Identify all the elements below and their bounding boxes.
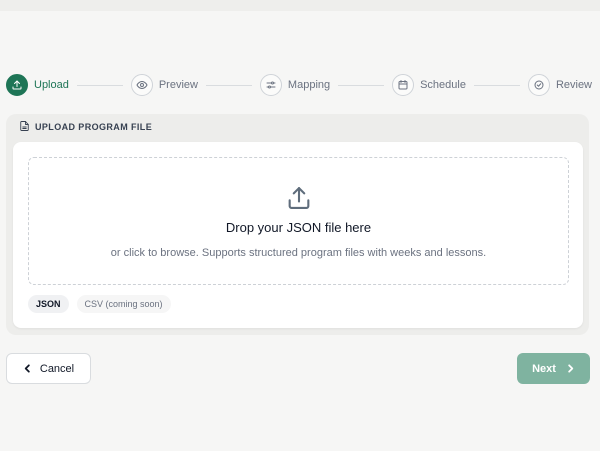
step-schedule[interactable]: Schedule [392,74,466,96]
cancel-button[interactable]: Cancel [6,353,91,384]
cancel-label: Cancel [39,362,75,375]
step-connector [338,84,385,86]
format-tag-csv: CSV (coming soon) [76,295,171,313]
top-bar [0,0,600,11]
step-label: Schedule [420,79,466,91]
format-tags: JSON CSV (coming soon) [28,295,171,313]
step-mapping[interactable]: Mapping [259,74,331,96]
upload-card: UPLOAD PROGRAM FILE Drop your JSON file … [6,114,589,335]
upload-icon [6,74,28,96]
next-label: Next [532,362,556,375]
chevron-right-icon [568,364,574,373]
chevron-left-icon [24,364,30,373]
check-circle-icon [527,74,550,96]
card-title: UPLOAD PROGRAM FILE [35,122,153,132]
dropzone-subtitle: or click to browse. Supports structured … [110,247,487,259]
dropzone-title: Drop your JSON file here [225,220,372,235]
file-icon [20,118,29,136]
next-button[interactable]: Next [517,353,590,384]
upload-icon [285,184,313,212]
step-connector [76,84,123,86]
step-review[interactable]: Review [527,74,593,96]
card-header: UPLOAD PROGRAM FILE [20,120,152,134]
stepper: Upload Preview Mapping Schedule Review [6,73,592,97]
card-body: Drop your JSON file here or click to bro… [13,142,583,328]
format-tag-json: JSON [28,295,69,313]
step-upload[interactable]: Upload [6,74,69,96]
step-label: Review [555,79,593,91]
eye-icon [130,74,153,96]
step-connector [473,84,520,86]
sliders-icon [259,74,282,96]
step-label: Upload [34,79,69,91]
step-preview[interactable]: Preview [130,74,198,96]
step-connector [205,84,252,86]
calendar-icon [392,74,415,96]
step-label: Mapping [287,79,331,91]
step-label: Preview [158,79,198,91]
file-dropzone[interactable]: Drop your JSON file here or click to bro… [28,157,569,285]
